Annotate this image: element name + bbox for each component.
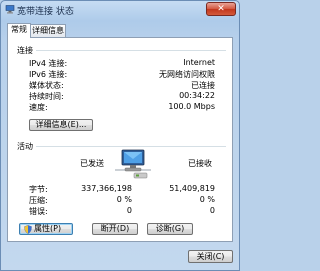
shield-icon <box>24 225 32 234</box>
media-state-value: 已连接 <box>191 81 215 90</box>
errors-sent-value: 0 <box>126 206 132 215</box>
activity-heading: 活动 <box>17 142 33 151</box>
ipv6-value: 无网络访问权限 <box>159 70 215 79</box>
window-title: 宽带连接 状态 <box>17 7 74 17</box>
sent-label: 已发送 <box>80 159 104 168</box>
status-window: 宽带连接 状态 ✕ 常规 详细信息 连接 IPv4 连接: Internet I… <box>0 0 240 271</box>
errors-label: 错误: <box>29 207 48 216</box>
network-computer-icon <box>115 149 151 179</box>
diagnose-button[interactable]: 诊断(G) <box>147 223 193 235</box>
received-label: 已接收 <box>188 159 212 168</box>
bytes-label: 字节: <box>29 185 48 194</box>
network-connection-icon <box>5 5 15 14</box>
duration-label: 持续时间: <box>29 92 64 101</box>
disable-button[interactable]: 断开(D) <box>92 223 138 235</box>
tab-strip: 常规 详细信息 <box>7 23 233 38</box>
media-state-label: 媒体状态: <box>29 81 64 90</box>
bytes-sent-value: 337,366,198 <box>81 184 132 193</box>
title-bar[interactable]: 宽带连接 状态 ✕ <box>1 1 239 19</box>
compression-label: 压缩: <box>29 196 48 205</box>
close-button[interactable]: 关闭(C) <box>188 250 233 263</box>
connection-heading: 连接 <box>17 46 33 55</box>
compression-sent-value: 0 % <box>116 195 132 204</box>
close-window-button[interactable]: ✕ <box>206 2 236 16</box>
connection-divider <box>36 50 226 51</box>
duration-value: 00:34:22 <box>179 91 215 100</box>
bytes-received-value: 51,409,819 <box>169 184 215 193</box>
tab-general[interactable]: 常规 <box>7 23 31 38</box>
tab-details[interactable]: 详细信息 <box>30 24 66 37</box>
properties-button-label: 属性(P) <box>34 224 62 233</box>
ipv4-value: Internet <box>183 58 215 67</box>
errors-received-value: 0 <box>209 206 215 215</box>
properties-button[interactable]: 属性(P) <box>19 223 73 235</box>
ipv4-label: IPv4 连接: <box>29 59 68 68</box>
compression-received-value: 0 % <box>199 195 215 204</box>
speed-label: 速度: <box>29 103 48 112</box>
speed-value: 100.0 Mbps <box>168 102 215 111</box>
general-panel: 连接 IPv4 连接: Internet IPv6 连接: 无网络访问权限 媒体… <box>7 37 233 242</box>
ipv6-label: IPv6 连接: <box>29 70 68 79</box>
details-button[interactable]: 详细信息(E)... <box>29 119 93 131</box>
